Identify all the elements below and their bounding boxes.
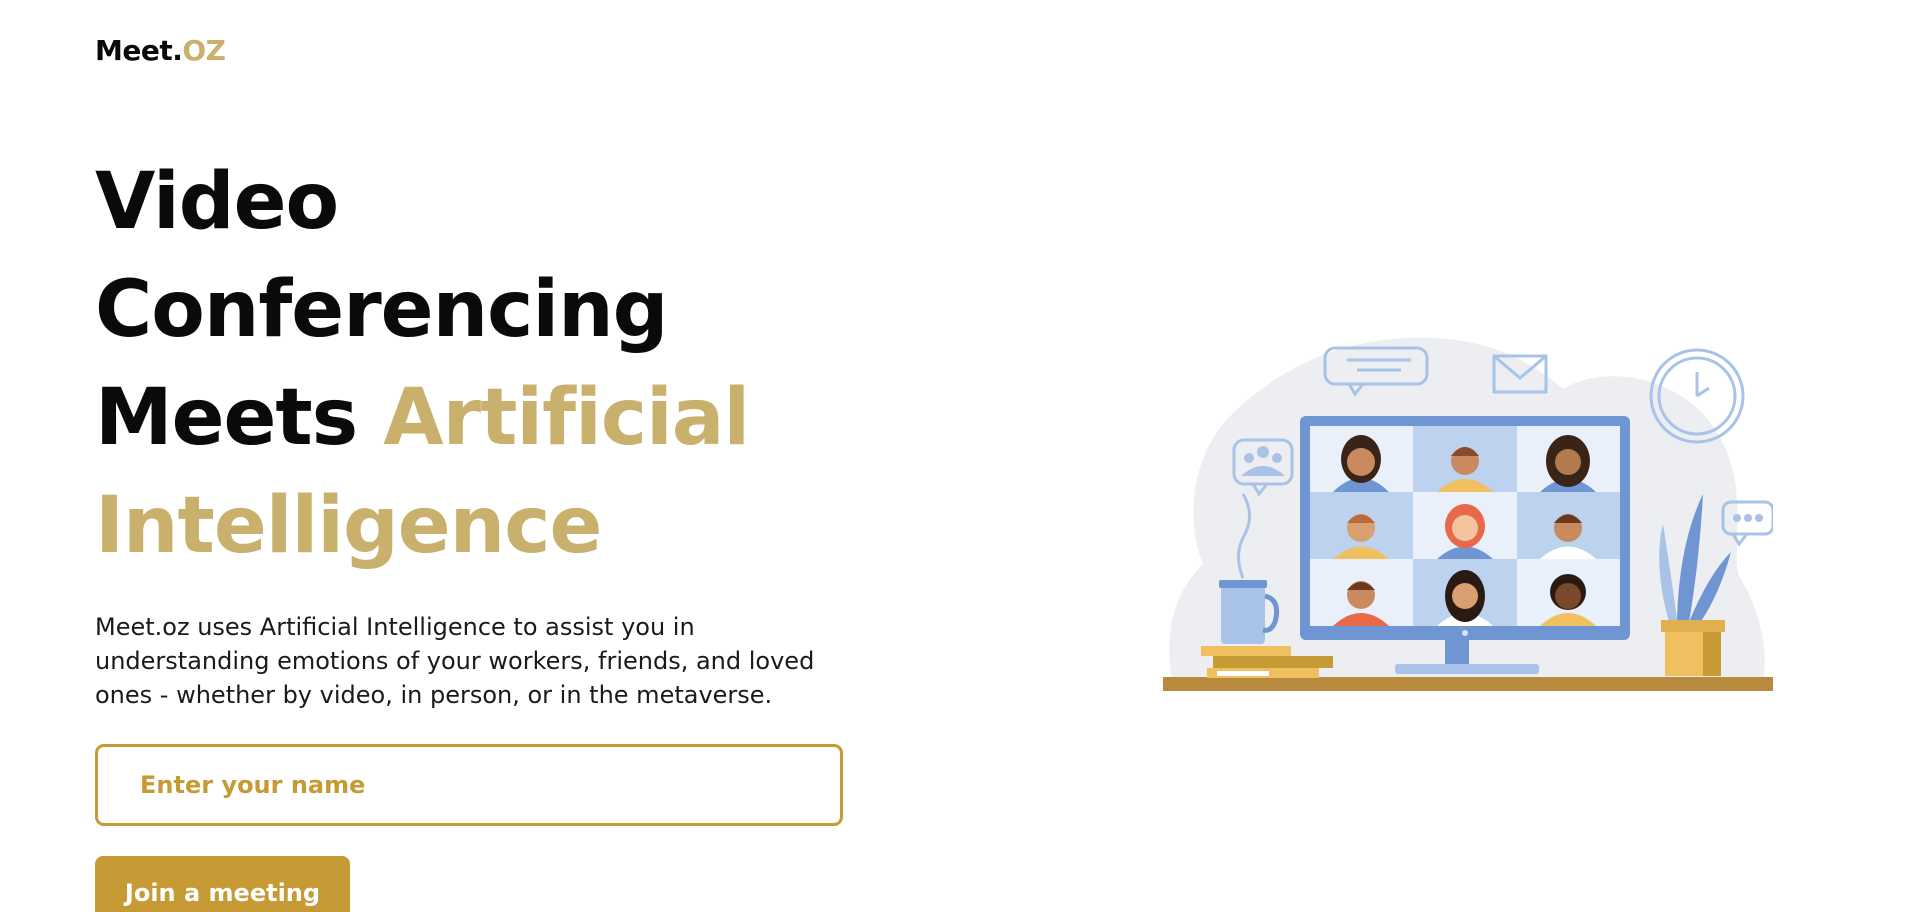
hero-description: Meet.oz uses Artificial Intelligence to … [95,613,815,709]
participant-grid [1310,426,1620,626]
logo-text-accent: OZ [182,34,226,67]
hero-section: Video Conferencing Meets Artificial Inte… [95,148,855,912]
logo-text-main: Meet. [95,34,183,67]
headline-line-1: Video [95,157,339,247]
video-conference-illustration [1163,337,1773,691]
headline-line-3-plain: Meets [95,373,384,463]
desk [1163,677,1773,691]
logo[interactable]: Meet.OZ [95,34,226,67]
headline: Video Conferencing Meets Artificial Inte… [95,148,855,580]
headline-line-2: Conferencing [95,265,668,355]
headline-line-3-accent: Artificial [383,373,750,463]
join-meeting-button[interactable]: Join a meeting [95,856,350,912]
headline-line-4: Intelligence [95,481,602,571]
name-input[interactable] [95,744,843,826]
headline-line-3: Meets Artificial [95,364,855,472]
landing-page: Meet.OZ Video Conferencing Meets Artific… [0,0,1920,912]
